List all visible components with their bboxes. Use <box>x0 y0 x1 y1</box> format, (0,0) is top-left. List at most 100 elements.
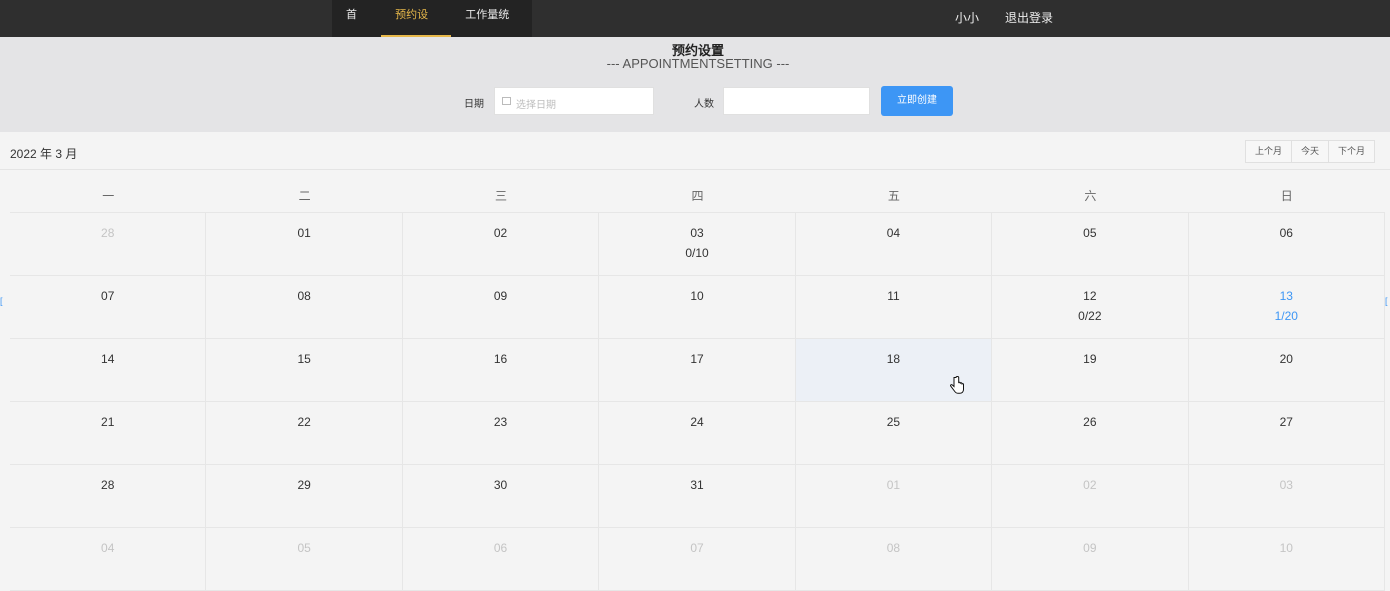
weekday-fri: 五 <box>887 189 900 203</box>
calendar-day-cell[interactable]: 09 <box>402 276 600 339</box>
nav-item-workload-stats[interactable]: 工作量统计 <box>451 0 532 52</box>
calendar-day-cell[interactable]: 31 <box>599 465 796 528</box>
date-picker-input[interactable]: 选择日期 <box>494 87 654 115</box>
appointment-count: 0/22 <box>1078 309 1102 323</box>
calendar-day-cell[interactable]: 02 <box>992 465 1189 528</box>
day-number: 08 <box>886 541 901 555</box>
calendar-day-cell[interactable]: 07 <box>10 276 207 339</box>
day-number: 07 <box>690 541 704 555</box>
month-label: 2022 年 3 月 <box>10 147 78 161</box>
toolbar-divider <box>0 169 1390 170</box>
day-number: 10 <box>690 289 704 303</box>
day-number: 20 <box>1279 352 1293 366</box>
day-number: 19 <box>1083 352 1097 366</box>
calendar-day-cell[interactable]: 21 <box>10 402 207 465</box>
count-label: 人数 <box>694 99 714 110</box>
calendar-day-cell[interactable]: 05 <box>992 213 1189 276</box>
day-number: 06 <box>493 541 508 555</box>
calendar-day-cell[interactable]: 15 <box>206 339 403 402</box>
create-now-button[interactable]: 立即创建 <box>881 86 953 116</box>
calendar-day-cell[interactable]: 17 <box>599 339 796 402</box>
calendar-day-cell[interactable]: 01 <box>206 213 403 276</box>
calendar-day-cell[interactable]: 25 <box>795 402 993 465</box>
calendar-day-cell[interactable]: 03 <box>1188 465 1385 528</box>
calendar-day-cell[interactable]: 03 0/10 <box>599 213 796 276</box>
right-edge-marker: [ <box>1385 296 1388 306</box>
date-label: 日期 <box>464 99 484 110</box>
top-navigation-bar: 首页 预约设置 工作量统计 小小 退出登录 <box>0 0 1390 52</box>
calendar-day-cell[interactable]: 19 <box>992 339 1189 402</box>
nav-item-appointment-settings[interactable]: 预约设置 <box>381 0 452 52</box>
main-nav: 首页 预约设置 工作量统计 <box>332 0 532 52</box>
weekday-mon: 一 <box>102 189 115 203</box>
day-number: 15 <box>297 352 311 366</box>
calendar-day-cell[interactable]: 08 <box>206 276 403 339</box>
calendar-day-cell[interactable]: 01 <box>795 465 993 528</box>
day-number: 31 <box>690 478 704 492</box>
day-number: 18 <box>886 352 901 366</box>
calendar-day-cell[interactable]: 26 <box>992 402 1189 465</box>
calendar-day-cell[interactable]: 29 <box>206 465 403 528</box>
logout-link[interactable]: 退出登录 <box>1005 9 1053 26</box>
day-number: 09 <box>493 289 508 303</box>
day-number: 13 <box>1279 289 1293 303</box>
calendar-day-cell[interactable]: 10 <box>599 276 796 339</box>
weekday-sat: 六 <box>1084 189 1097 203</box>
day-number: 28 <box>101 226 115 240</box>
day-number: 28 <box>101 478 115 492</box>
day-number: 05 <box>1083 226 1097 240</box>
day-number: 05 <box>297 541 311 555</box>
day-number: 01 <box>297 226 311 240</box>
nav-item-home[interactable]: 首页 <box>332 0 381 52</box>
calendar-day-cell[interactable]: 23 <box>402 402 600 465</box>
user-name[interactable]: 小小 <box>955 9 979 26</box>
day-number: 12 <box>1083 289 1097 303</box>
day-number: 22 <box>297 415 311 429</box>
calendar-day-cell[interactable]: 02 <box>402 213 600 276</box>
day-number: 02 <box>493 226 508 240</box>
calendar-day-cell[interactable]: 27 <box>1188 402 1385 465</box>
calendar-nav-buttons: 上个月 今天 下个月 <box>1245 140 1376 163</box>
calendar-day-cell[interactable]: 11 <box>795 276 993 339</box>
day-number: 27 <box>1279 415 1293 429</box>
calendar-day-cell[interactable]: 30 <box>402 465 600 528</box>
day-number: 14 <box>101 352 115 366</box>
prev-month-button[interactable]: 上个月 <box>1245 140 1293 163</box>
hand-cursor-icon <box>950 376 964 394</box>
calendar-day-cell[interactable]: 22 <box>206 402 403 465</box>
day-number: 26 <box>1083 415 1097 429</box>
weekday-wed: 三 <box>495 189 508 203</box>
day-number: 25 <box>886 415 901 429</box>
page-subtitle: --- APPOINTMENTSETTING --- <box>606 56 790 71</box>
calendar-day-cell[interactable]: 06 <box>1188 213 1385 276</box>
calendar-day-cell[interactable]: 28 <box>10 213 207 276</box>
count-input[interactable] <box>723 87 870 115</box>
date-placeholder: 选择日期 <box>516 100 556 111</box>
calendar-day-cell[interactable]: 13 1/20 <box>1188 276 1385 339</box>
day-number: 23 <box>493 415 508 429</box>
calendar-day-cell[interactable]: 16 <box>402 339 600 402</box>
calendar-icon <box>502 97 511 105</box>
calendar-day-cell[interactable]: 04 <box>795 213 993 276</box>
calendar-day-cell[interactable]: 24 <box>599 402 796 465</box>
appointment-count: 1/20 <box>1274 309 1298 323</box>
day-number: 03 <box>1279 478 1293 492</box>
weekday-header-row: 一 二 三 四 五 六 日 <box>10 172 1385 212</box>
calendar-day-cell[interactable]: 14 <box>10 339 207 402</box>
day-number: 07 <box>101 289 115 303</box>
day-number: 01 <box>886 478 901 492</box>
day-number: 11 <box>887 289 900 303</box>
weekday-tue: 二 <box>298 189 311 203</box>
day-number: 04 <box>101 541 115 555</box>
day-number: 30 <box>493 478 508 492</box>
calendar-grid: 28 01 02 03 0/10 04 05 06 07 08 09 10 11 12 0/22 13 1/20… <box>10 212 1385 591</box>
calendar-day-cell[interactable]: 20 <box>1188 339 1385 402</box>
day-number: 04 <box>886 226 901 240</box>
today-button[interactable]: 今天 <box>1291 140 1330 163</box>
day-number: 24 <box>690 415 704 429</box>
calendar-day-cell[interactable]: 12 0/22 <box>992 276 1189 339</box>
weekday-sun: 日 <box>1280 189 1293 203</box>
day-number: 29 <box>297 478 311 492</box>
calendar-day-cell[interactable]: 28 <box>10 465 207 528</box>
next-month-button[interactable]: 下个月 <box>1328 140 1376 163</box>
